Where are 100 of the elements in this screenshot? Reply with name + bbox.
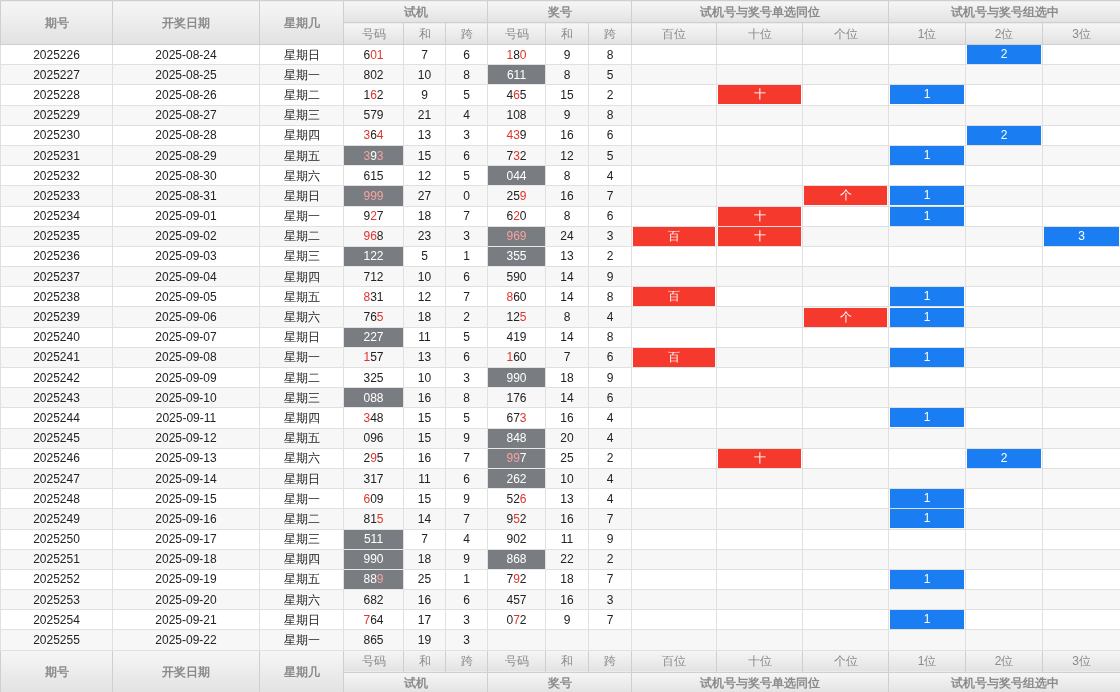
table-cell: 0 [445,185,488,206]
digit: 9 [506,370,514,385]
digit: 9 [370,431,377,446]
digit: 9 [370,188,377,203]
table-cell: 7 [588,508,632,529]
table-cell: 星期二 [259,367,344,388]
digit: 4 [376,128,384,143]
digit: 7 [513,612,520,627]
table-cell: 21 [403,105,446,126]
digit: 8 [376,410,384,425]
table-cell: 12 [545,145,589,166]
digit: 0 [363,390,371,405]
table-cell: 2025-09-16 [112,508,260,529]
digit: 2 [363,330,371,345]
table-cell: 2025-09-18 [112,549,260,570]
digit: 4 [506,330,514,345]
digit: 1 [376,47,384,62]
table-cell: 2025238 [0,286,113,307]
table-cell: 星期五 [259,569,344,590]
digit: 7 [513,410,520,425]
digit: 2 [376,269,384,284]
table-cell: 2025252 [0,569,113,590]
digit: 9 [513,269,520,284]
digit: 6 [519,390,527,405]
digit: 7 [363,269,371,284]
table-cell: 11 [403,468,446,489]
table-cell: 2025-09-09 [112,367,260,388]
digit: 0 [519,350,527,365]
column-header: 开奖日期 [112,0,260,45]
digit: 6 [370,87,377,102]
table-cell: 4 [445,529,488,550]
table-cell: 10 [403,266,446,287]
digit: 2 [376,67,384,82]
digit: 6 [370,633,377,648]
digit: 2 [370,249,377,264]
table-cell: 8 [445,64,488,85]
digit: 3 [519,410,527,425]
digit: 2 [370,370,377,385]
digit: 6 [370,128,377,143]
digit: 2 [513,310,520,325]
digit: 7 [506,572,514,587]
table-cell: 星期一 [259,206,344,227]
table-cell: 5 [588,145,632,166]
digit: 3 [513,148,520,163]
digit: 9 [370,552,377,567]
table-cell: 22 [545,549,589,570]
table-cell: 星期一 [259,488,344,509]
digit: 5 [519,87,527,102]
table-cell: 6 [588,347,632,368]
match-marker: 1 [890,85,965,105]
table-cell: 3 [445,367,488,388]
digit: 9 [506,229,514,244]
digit: 0 [519,289,527,304]
table-cell: 2025-09-02 [112,226,260,247]
table-cell: 3 [588,226,632,247]
digit: 4 [513,168,520,183]
table-cell: 13 [545,246,589,267]
digit: 6 [363,491,371,506]
digit: 2 [370,330,377,345]
digit: 7 [376,330,384,345]
digit: 5 [376,451,384,466]
table-cell: 9 [588,367,632,388]
table-cell: 1 [445,569,488,590]
table-cell: 2025-08-27 [112,105,260,126]
table-cell: 星期三 [259,246,344,267]
match-marker: 2 [967,45,1042,65]
table-cell: 16 [403,589,446,610]
digit: 4 [506,87,514,102]
table-cell: 13 [403,125,446,146]
table-cell: 8 [545,306,589,328]
digit: 3 [363,471,371,486]
table-cell: 2025-08-28 [112,125,260,146]
table-cell: 2025254 [0,609,113,630]
column-header: 星期几 [259,0,344,45]
digit: 1 [506,310,514,325]
table-cell: 星期日 [259,185,344,206]
digit: 3 [370,289,377,304]
digit: 9 [519,128,527,143]
table-cell: 6 [445,145,488,166]
digit: 9 [376,572,384,587]
digit: 9 [513,370,520,385]
digit: 1 [363,87,371,102]
digit: 9 [513,572,520,587]
table-cell: 8 [588,44,632,65]
table-cell: 2025-09-22 [112,629,260,651]
table-cell: 7 [403,44,446,65]
digit: 6 [506,209,514,224]
digit: 9 [376,108,384,123]
table-cell: 星期四 [259,549,344,570]
digit: 5 [363,532,371,547]
table-cell: 2025227 [0,64,113,85]
digit: 0 [376,552,384,567]
digit: 8 [519,431,527,446]
digit: 6 [519,491,527,506]
table-cell: 18 [403,306,446,328]
table-cell: 5 [588,64,632,85]
table-cell: 11 [403,327,446,348]
table-cell: 3 [445,609,488,630]
digit: 0 [519,370,527,385]
digit: 1 [363,249,371,264]
